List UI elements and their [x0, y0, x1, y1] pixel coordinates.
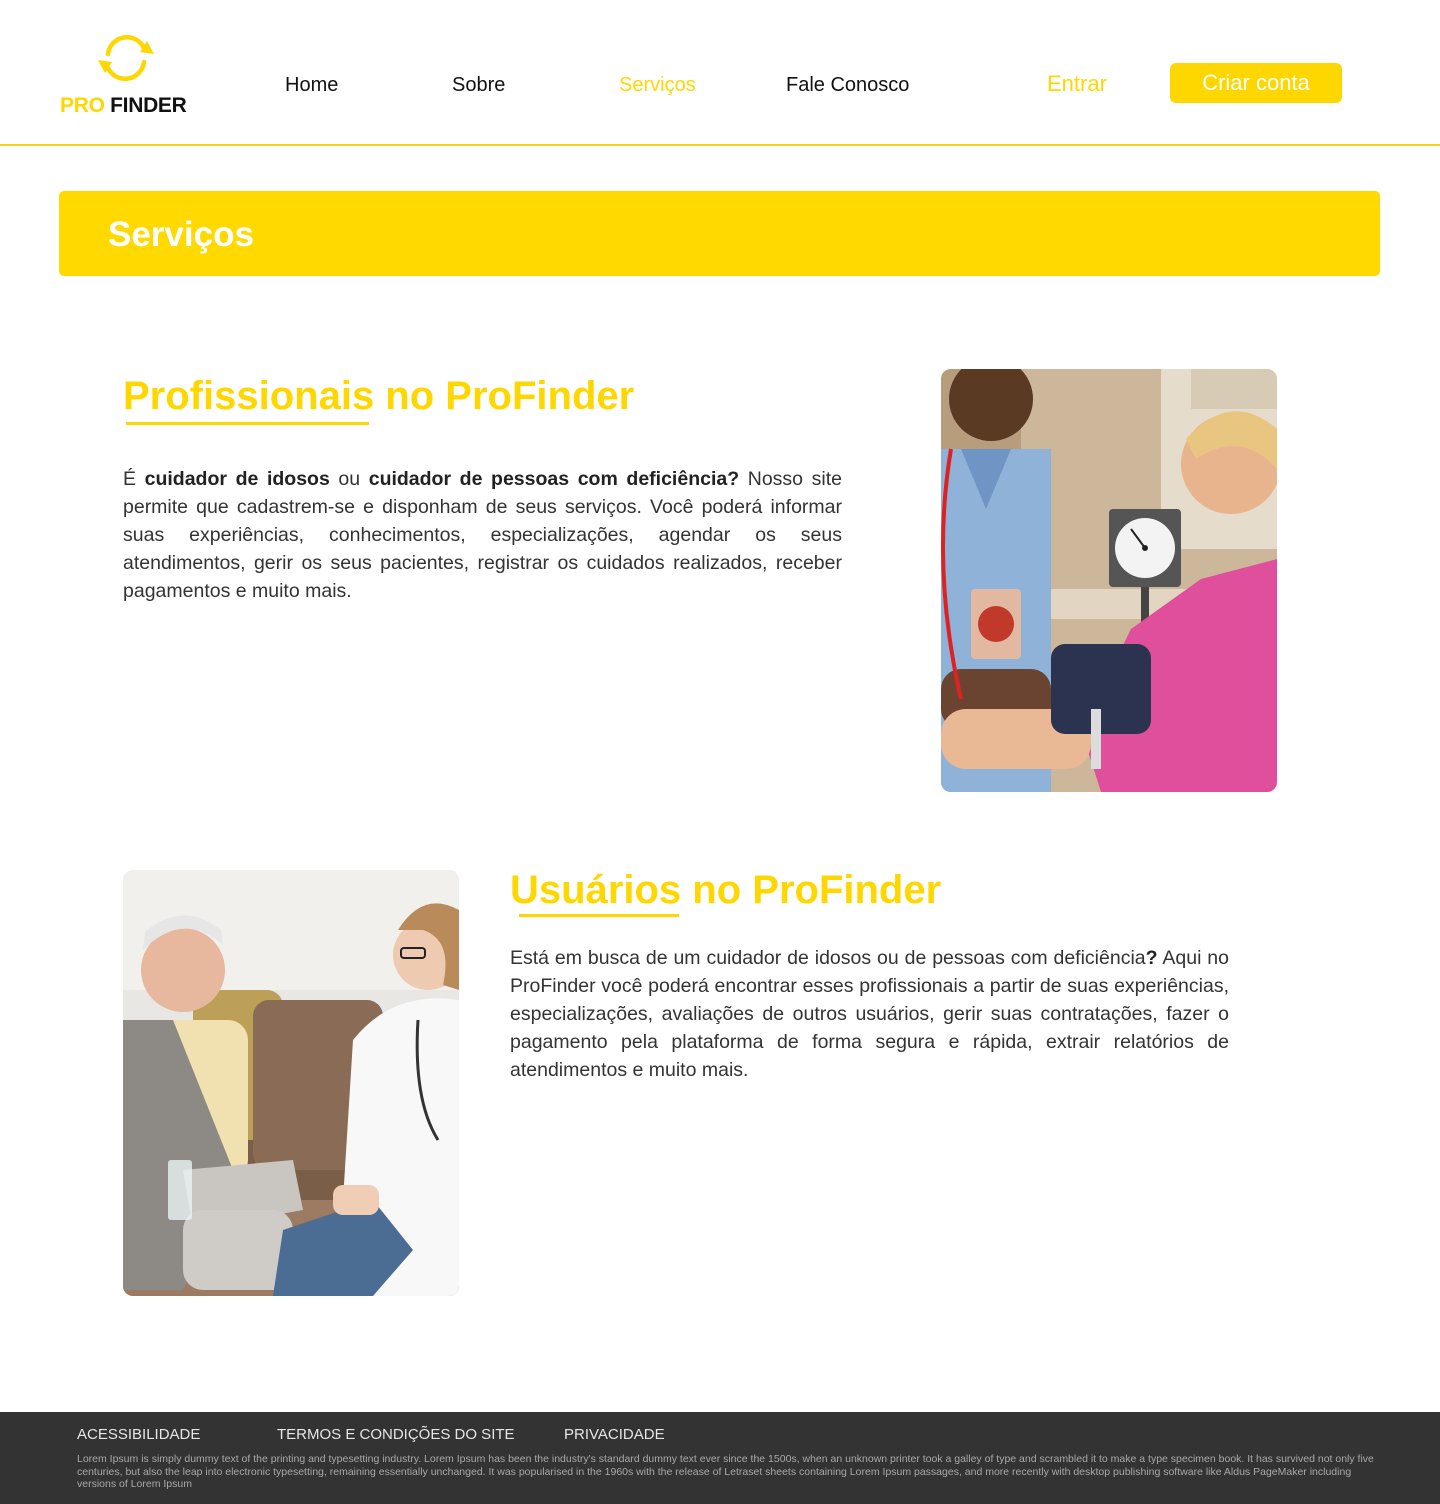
professionals-description: É cuidador de idosos ou cuidador de pess… — [123, 468, 842, 602]
login-button[interactable]: Entrar — [1047, 71, 1107, 97]
doctor-with-elderly-patient-image — [123, 870, 459, 1296]
signup-button[interactable]: Criar conta — [1170, 63, 1342, 103]
logo-text: PRO FINDER — [60, 94, 187, 118]
refresh-arrows-icon — [98, 34, 154, 82]
professionals-title-underline — [126, 422, 369, 425]
footer-link-privacy[interactable]: PRIVACIDADE — [564, 1426, 665, 1443]
users-title-underline — [519, 914, 679, 917]
nav-home[interactable]: Home — [285, 74, 338, 97]
footer-link-accessibility[interactable]: ACESSIBILIDADE — [77, 1426, 200, 1443]
footer-link-terms[interactable]: TERMOS E CONDIÇÕES DO SITE — [277, 1426, 515, 1443]
logo[interactable]: PRO FINDER — [60, 30, 200, 120]
nav-fale-conosco[interactable]: Fale Conosco — [786, 74, 909, 97]
nav-servicos[interactable]: Serviços — [619, 74, 696, 97]
professionals-title: Profissionais no ProFinder — [123, 374, 635, 418]
users-description: Está em busca de um cuidador de idosos o… — [510, 947, 1229, 1081]
page-banner: Serviços — [59, 191, 1380, 276]
page-title: Serviços — [108, 215, 254, 254]
logo-text-pro: PRO — [60, 94, 105, 117]
nav-sobre[interactable]: Sobre — [452, 74, 505, 97]
site-header: PRO FINDER Home Sobre Serviços Fale Cono… — [0, 0, 1440, 146]
logo-text-finder: FINDER — [104, 94, 187, 117]
users-title: Usuários no ProFinder — [510, 868, 942, 912]
footer-text: Lorem Ipsum is simply dummy text of the … — [77, 1453, 1374, 1490]
nurse-measuring-blood-pressure-image — [941, 369, 1277, 792]
site-footer: ACESSIBILIDADE TERMOS E CONDIÇÕES DO SIT… — [0, 1412, 1440, 1504]
